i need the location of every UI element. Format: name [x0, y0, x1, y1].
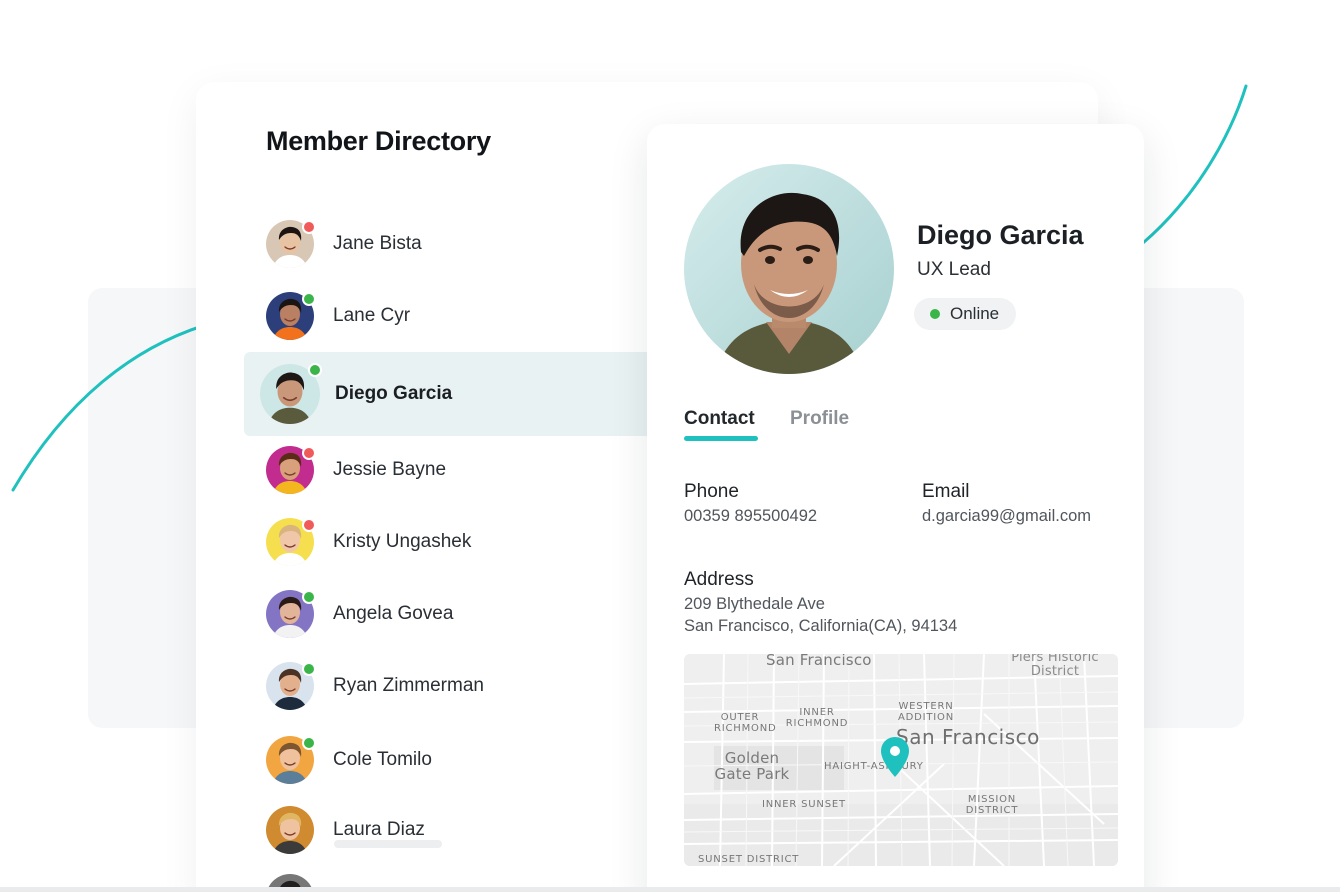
member-row[interactable]: Jessie Bayne [244, 434, 664, 506]
member-name: Cole Tomilo [333, 749, 432, 770]
member-name: Jane Bista [333, 233, 422, 254]
map-label-inner-sunset: INNER SUNSET [762, 799, 846, 810]
status-badge: Online [914, 298, 1017, 330]
map-label-sunset-district: SUNSET DISTRICT [698, 854, 800, 865]
map-pin-icon[interactable] [880, 736, 910, 778]
directory-title: Member Directory [266, 126, 491, 156]
member-row[interactable]: Kristy Ungashek [244, 506, 664, 578]
member-row[interactable]: Cole Tomilo [244, 724, 664, 796]
online-status-icon [930, 309, 940, 319]
page-bottom-divider [0, 887, 1340, 892]
email-label: Email [922, 481, 970, 502]
profile-name: Diego Garcia [917, 220, 1084, 250]
online-status-icon [302, 736, 316, 750]
address-line-1: 209 Blythedale Ave [684, 595, 825, 613]
map-label-outer-richmond: OUTER RICHMOND [714, 712, 777, 734]
loading-placeholder [334, 840, 442, 848]
phone-value[interactable]: 00359 895500492 [684, 505, 817, 527]
status-label: Online [950, 304, 1000, 323]
member-avatar [260, 363, 322, 424]
member-row[interactable]: Laura Diaz [244, 794, 664, 866]
active-tab-indicator [684, 436, 758, 441]
member-name: Diego Garcia [335, 383, 453, 404]
member-avatar [266, 736, 316, 784]
member-row[interactable]: Ryan Zimmerman [244, 650, 664, 722]
member-name: Lane Cyr [333, 305, 411, 326]
member-avatar [266, 446, 316, 494]
map-label-sf-top: San Francisco [766, 654, 872, 669]
member-avatar [266, 806, 314, 854]
member-name: Angela Govea [333, 603, 454, 624]
map-label-mission: MISSION DISTRICT [965, 794, 1019, 816]
member-avatar [266, 590, 316, 638]
member-row[interactable]: Jane Bista [244, 208, 664, 280]
profile-role: UX Lead [917, 259, 991, 280]
phone-label: Phone [684, 481, 739, 502]
busy-status-icon [302, 220, 316, 234]
address-label: Address [684, 569, 754, 590]
tab-profile[interactable]: Profile [790, 408, 849, 430]
tab-contact[interactable]: Contact [684, 408, 755, 430]
member-name: Kristy Ungashek [333, 531, 472, 552]
member-avatar [266, 518, 316, 566]
member-name: Laura Diaz [333, 819, 425, 840]
online-status-icon [302, 590, 316, 604]
member-row[interactable]: Angela Govea [244, 578, 664, 650]
member-row[interactable]: Lane Cyr [244, 280, 664, 352]
member-name: Jessie Bayne [333, 459, 447, 480]
map-label-piers: Piers Historic District [1011, 654, 1099, 679]
busy-status-icon [302, 446, 316, 460]
online-status-icon [302, 292, 316, 306]
member-avatar [266, 220, 316, 268]
member-name: Ryan Zimmerman [333, 675, 484, 696]
map-label-inner-richmond: INNER RICHMOND [785, 707, 849, 729]
busy-status-icon [302, 518, 316, 532]
profile-avatar [684, 164, 894, 374]
map-label-western-addition: WESTERN ADDITION [898, 701, 954, 723]
address-line-2: San Francisco, California(CA), 94134 [684, 617, 958, 635]
map-label-sf-center: San Francisco [896, 725, 1040, 749]
member-row[interactable]: Diego Garcia [244, 352, 664, 436]
member-avatar [266, 292, 316, 340]
online-status-icon [302, 662, 316, 676]
map-label-golden-gate-park: Golden Gate Park [714, 749, 790, 783]
email-value[interactable]: d.garcia99@gmail.com [922, 505, 1091, 527]
online-status-icon [308, 363, 322, 377]
member-avatar [266, 662, 316, 710]
